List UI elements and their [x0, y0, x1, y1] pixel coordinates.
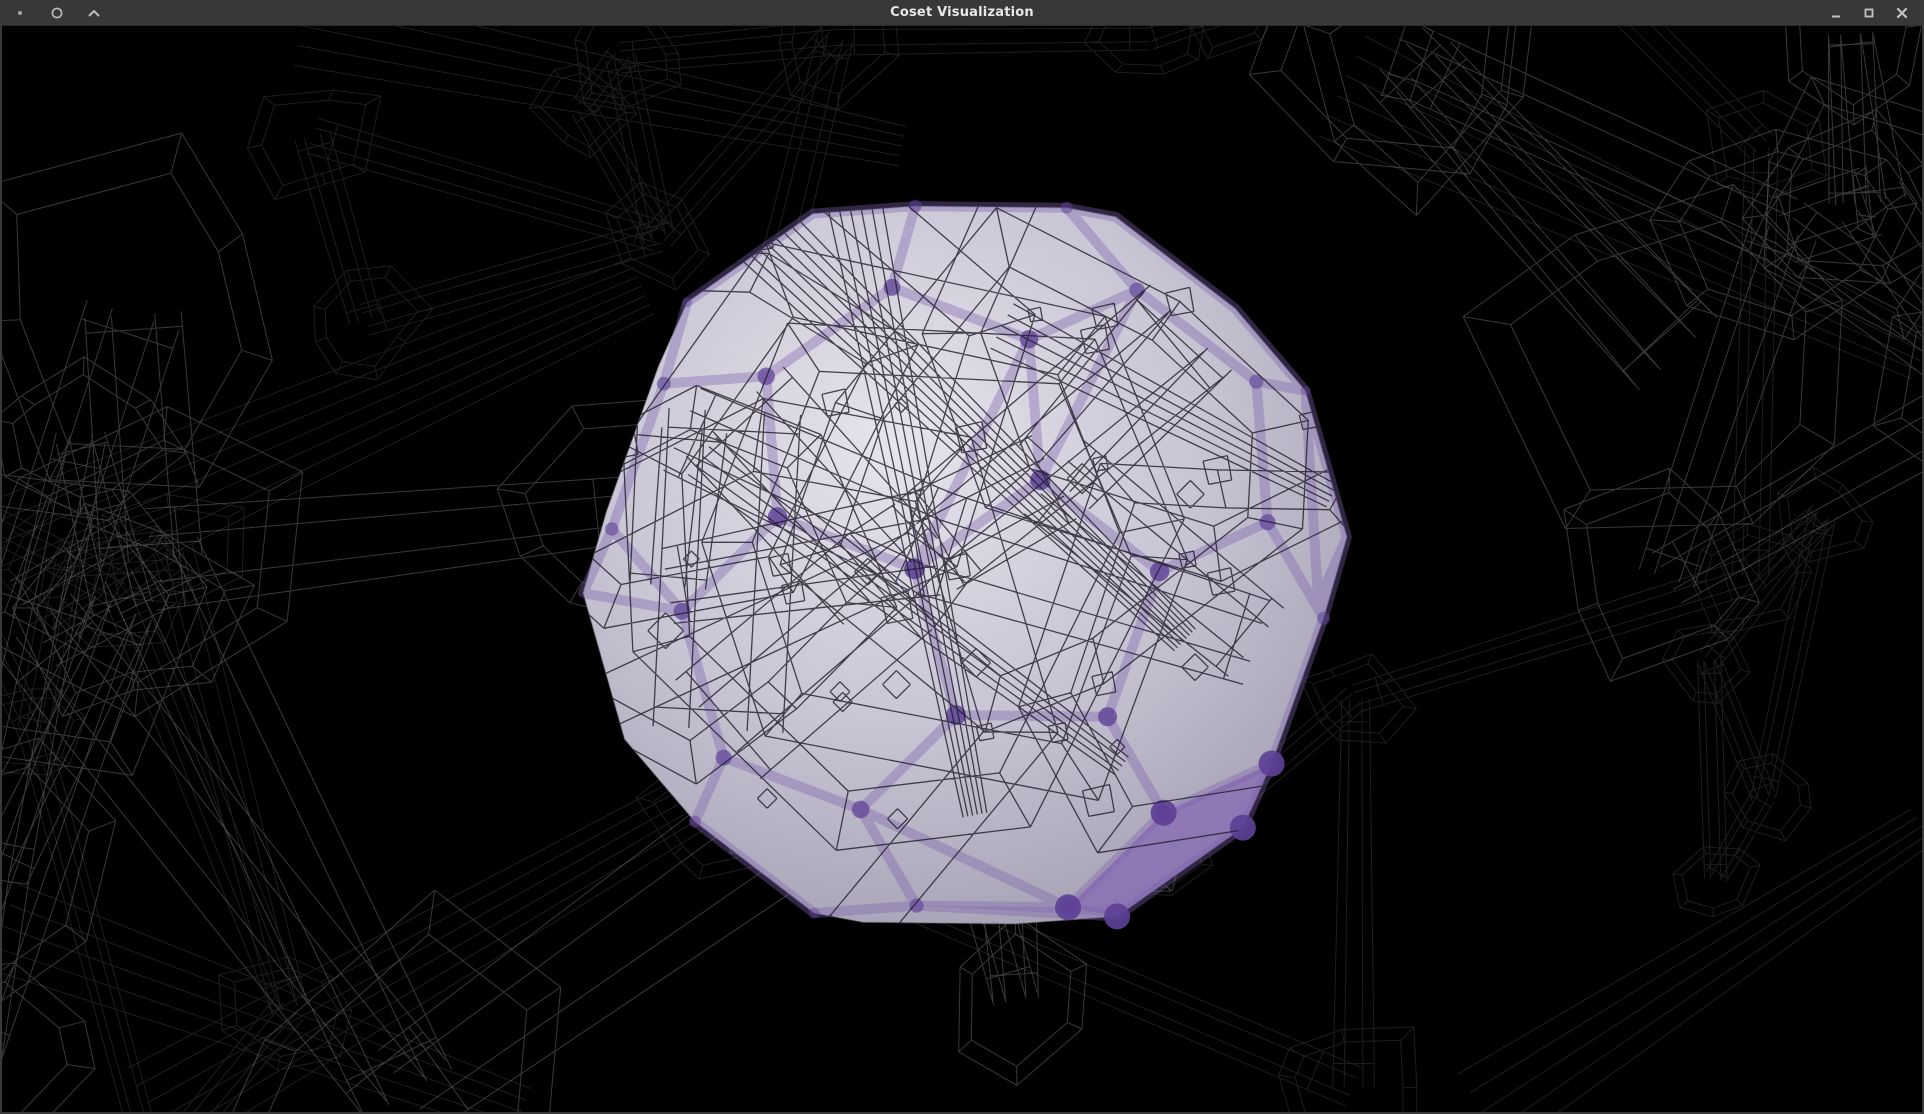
- window-titlebar: Coset Visualization: [2, 0, 1922, 26]
- titlebar-right-controls: [1828, 5, 1922, 21]
- coset-scene: [2, 26, 1922, 1112]
- app-window: Coset Visualization: [0, 0, 1924, 1114]
- window-title: Coset Visualization: [2, 5, 1922, 20]
- chevron-up-icon[interactable]: [86, 5, 102, 21]
- titlebar-left-controls: [2, 5, 102, 21]
- close-button[interactable]: [1894, 5, 1910, 21]
- dot-icon[interactable]: [12, 5, 28, 21]
- coset-3d-viewport[interactable]: [2, 26, 1922, 1112]
- minimize-button[interactable]: [1828, 5, 1844, 21]
- circle-icon[interactable]: [49, 5, 65, 21]
- maximize-button[interactable]: [1861, 5, 1877, 21]
